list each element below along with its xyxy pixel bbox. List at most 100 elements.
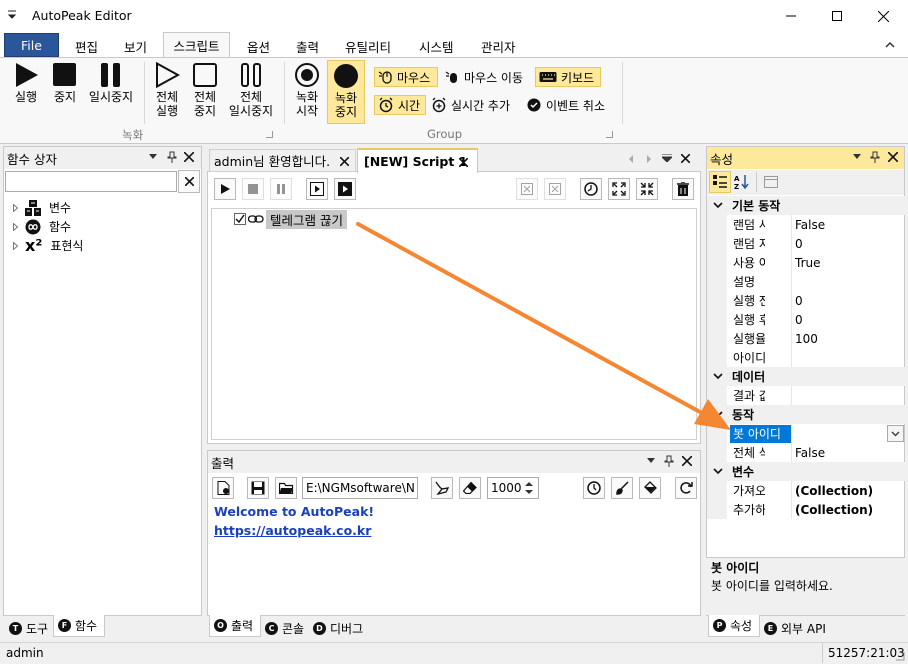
dialog-launcher-icon[interactable] — [606, 131, 613, 138]
tab-list-icon[interactable] — [662, 154, 672, 162]
script-stop-button[interactable] — [242, 178, 264, 200]
property-value[interactable]: False — [791, 443, 905, 462]
mouse-move-toggle[interactable]: 마우스 이동 — [444, 67, 534, 87]
property-value[interactable]: False — [791, 215, 905, 234]
menu-options[interactable]: 옵션 — [247, 37, 270, 56]
script-pause-button[interactable] — [270, 178, 292, 200]
tree-item-function[interactable]: 함수 — [13, 218, 71, 235]
timestamp-button[interactable] — [583, 477, 605, 499]
property-row[interactable]: 결과 값 — [707, 386, 905, 405]
run-button[interactable]: 실행 — [10, 62, 42, 104]
output-link[interactable]: https://autopeak.co.kr — [214, 523, 371, 538]
dialog-launcher-icon[interactable] — [266, 131, 273, 138]
property-row[interactable]: 실행 후 지0 — [707, 310, 905, 329]
sort-alpha-button[interactable]: AZ — [734, 174, 750, 190]
clear-log-button[interactable] — [459, 477, 481, 499]
open-folder-button[interactable] — [275, 477, 297, 499]
collapse-arrow-icon[interactable] — [713, 411, 723, 418]
script-run-button[interactable] — [214, 178, 236, 200]
property-category[interactable]: 데이터 — [707, 367, 905, 386]
property-dropdown-button[interactable] — [887, 425, 904, 442]
tab-script-1[interactable]: [NEW] Script 1 — [357, 148, 478, 173]
categorized-button[interactable] — [709, 171, 731, 193]
property-value[interactable]: (Collection) — [791, 500, 905, 519]
property-row[interactable]: 랜덤 지연0 — [707, 234, 905, 253]
step-over-button[interactable] — [334, 178, 356, 200]
refresh-button[interactable] — [675, 477, 697, 499]
menu-script[interactable]: 스크립트 — [163, 32, 230, 58]
tab-debug[interactable]: D 디버그 — [311, 617, 371, 639]
pin-icon[interactable] — [664, 455, 674, 467]
menu-admin[interactable]: 관리자 — [481, 37, 516, 56]
auto-clean-button[interactable] — [431, 477, 453, 499]
stop-button[interactable]: 중지 — [50, 62, 80, 104]
panel-dropdown-icon[interactable] — [647, 458, 655, 463]
tab-external-api[interactable]: E 외부 API — [762, 617, 832, 639]
property-row[interactable]: 실행 전 지0 — [707, 291, 905, 310]
pin-icon[interactable] — [167, 151, 177, 163]
property-row[interactable]: 설명 — [707, 272, 905, 291]
expand-all-button[interactable] — [608, 178, 630, 200]
maximize-button[interactable] — [814, 0, 860, 32]
menu-utility[interactable]: 유틸리티 — [345, 37, 391, 56]
tab-functions[interactable]: F 함수 — [53, 615, 105, 637]
file-menu[interactable]: File — [4, 33, 59, 57]
system-menu-icon[interactable] — [6, 9, 18, 21]
record-stop-button[interactable]: 녹화 중지 — [327, 60, 365, 124]
property-value[interactable]: 100 — [791, 329, 905, 348]
property-row[interactable]: 실행율 100 — [707, 329, 905, 348]
new-log-button[interactable] — [212, 477, 234, 499]
property-value[interactable]: (Collection) — [791, 481, 905, 500]
menu-system[interactable]: 시스템 — [419, 37, 454, 56]
panel-close-icon[interactable] — [682, 456, 692, 466]
pause-button[interactable]: 일시중지 — [86, 62, 136, 104]
time-toggle[interactable]: 시간 — [374, 95, 426, 115]
tab-welcome[interactable]: admin님 환영합니다. — [209, 149, 356, 172]
stop-all-button[interactable]: 전체 중지 — [189, 62, 221, 118]
property-value[interactable] — [791, 348, 905, 367]
record-start-button[interactable]: 녹화 시작 — [290, 62, 324, 118]
keyboard-toggle[interactable]: 키보드 — [535, 67, 601, 87]
close-button[interactable] — [860, 0, 906, 32]
script-node-label[interactable]: 텔레그램 끊기 — [266, 210, 347, 229]
log-path-input[interactable] — [302, 477, 418, 499]
fill-button[interactable] — [639, 477, 661, 499]
property-value[interactable]: 0 — [791, 234, 905, 253]
disable-node-button[interactable] — [516, 178, 538, 200]
property-row[interactable]: 사용 여부True — [707, 253, 905, 272]
property-pages-button[interactable] — [764, 176, 778, 188]
mouse-click-toggle[interactable]: 마우스 — [374, 67, 438, 87]
property-row[interactable]: 추가하기(Collection) — [707, 500, 905, 519]
tab-tools[interactable]: T 도구 — [5, 617, 52, 639]
step-into-button[interactable] — [306, 178, 328, 200]
collapse-ribbon-icon[interactable] — [885, 40, 895, 48]
property-row[interactable]: 아이디 — [707, 348, 905, 367]
tree-item-expression[interactable]: x² 표현식 — [13, 237, 83, 254]
property-row[interactable]: 가져오기(Collection) — [707, 481, 905, 500]
pause-all-button[interactable]: 전체 일시중지 — [226, 62, 276, 118]
property-row[interactable]: 전체 삭제False — [707, 443, 905, 462]
tab-scroll-right-icon[interactable] — [646, 155, 652, 163]
property-category[interactable]: 변수 — [707, 462, 905, 481]
collapse-all-button[interactable] — [636, 178, 658, 200]
panel-dropdown-icon[interactable] — [853, 154, 861, 159]
property-value[interactable]: 0 — [791, 310, 905, 329]
property-category[interactable]: 동작 — [707, 405, 905, 424]
tree-item-variable[interactable]: 변수 — [13, 199, 71, 216]
function-search-input[interactable] — [5, 171, 177, 192]
panel-dropdown-icon[interactable] — [149, 154, 157, 159]
property-value[interactable] — [791, 386, 905, 405]
script-canvas[interactable] — [211, 208, 697, 440]
save-log-button[interactable] — [247, 477, 269, 499]
tab-properties[interactable]: P 속성 — [708, 615, 760, 637]
menu-output[interactable]: 출력 — [296, 37, 319, 56]
editor-close-icon[interactable] — [681, 154, 690, 163]
property-row[interactable]: 봇 아이디 — [707, 424, 905, 443]
property-category[interactable]: 기본 동작 — [707, 196, 905, 215]
collapse-arrow-icon[interactable] — [713, 373, 723, 380]
collapse-arrow-icon[interactable] — [713, 468, 723, 475]
property-value[interactable] — [791, 272, 905, 291]
clear-search-button[interactable] — [178, 170, 200, 193]
realtime-add-button[interactable]: 실시간 추가 — [431, 95, 521, 115]
enable-node-button[interactable] — [544, 178, 566, 200]
